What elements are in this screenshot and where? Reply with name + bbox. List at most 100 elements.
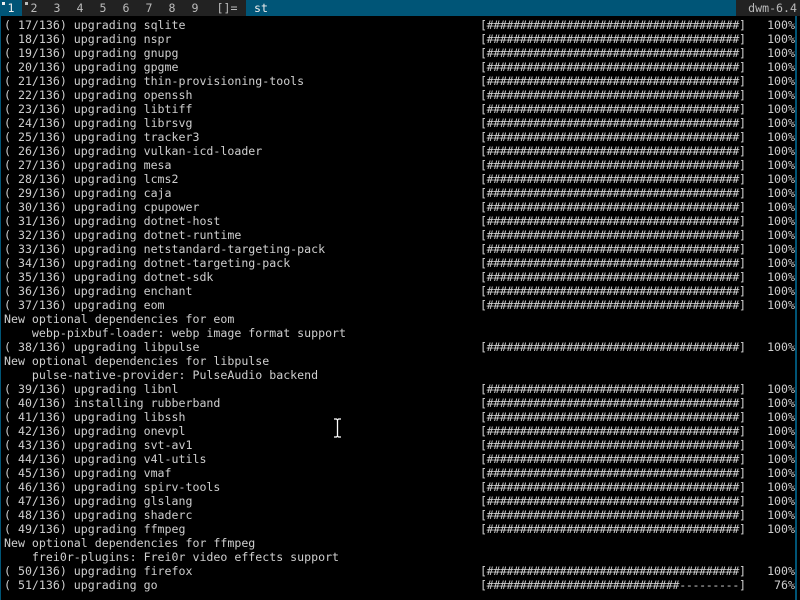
tag-occupied-indicator [2, 2, 5, 5]
tag-7[interactable]: 7 [138, 0, 160, 16]
progress-percent: 100% [767, 424, 795, 438]
tag-2[interactable]: 2 [23, 0, 45, 16]
terminal-line: ( 50/136) upgrading firefox [4, 564, 193, 578]
progress-bar: [######################################] [480, 480, 746, 494]
tag-9[interactable]: 9 [184, 0, 206, 16]
progress-percent: 100% [767, 88, 795, 102]
tag-5[interactable]: 5 [92, 0, 114, 16]
progress-bar: [######################################] [480, 186, 746, 200]
progress-percent: 100% [767, 158, 795, 172]
progress-percent: 100% [767, 144, 795, 158]
progress-bar: [######################################] [480, 116, 746, 130]
progress-percent: 100% [767, 452, 795, 466]
terminal-line: ( 17/136) upgrading sqlite [4, 18, 186, 32]
window-title[interactable]: st [246, 0, 736, 16]
progress-bar: [######################################] [480, 200, 746, 214]
tag-label: 9 [191, 1, 199, 15]
progress-percent: 100% [767, 60, 795, 74]
progress-bar: [######################################] [480, 32, 746, 46]
terminal-line: ( 30/136) upgrading cpupower [4, 200, 200, 214]
progress-percent: 100% [767, 522, 795, 536]
ibeam-cursor-icon [334, 418, 341, 438]
terminal-line: ( 34/136) upgrading dotnet-targeting-pac… [4, 256, 291, 270]
progress-percent: 100% [767, 508, 795, 522]
progress-bar: [######################################] [480, 438, 746, 452]
tag-occupied-indicator [25, 2, 28, 5]
tag-3[interactable]: 3 [46, 0, 68, 16]
progress-percent: 100% [767, 284, 795, 298]
terminal-line: ( 33/136) upgrading netstandard-targetin… [4, 242, 326, 256]
terminal-line: ( 31/136) upgrading dotnet-host [4, 214, 221, 228]
progress-percent: 100% [767, 18, 795, 32]
terminal-line: ( 42/136) upgrading onevpl [4, 424, 186, 438]
terminal-line: frei0r-plugins: Frei0r video effects sup… [4, 550, 340, 564]
terminal-line: ( 27/136) upgrading mesa [4, 158, 172, 172]
terminal-line: ( 18/136) upgrading nspr [4, 32, 172, 46]
progress-bar: [######################################] [480, 452, 746, 466]
tag-label: 8 [168, 1, 176, 15]
progress-percent: 100% [767, 116, 795, 130]
progress-bar: [######################################] [480, 494, 746, 508]
progress-bar: [######################################] [480, 74, 746, 88]
terminal-line: ( 32/136) upgrading dotnet-runtime [4, 228, 242, 242]
terminal-window[interactable]: ( 17/136) upgrading sqlite [#############… [0, 16, 797, 600]
progress-percent: 100% [767, 438, 795, 452]
tag-4[interactable]: 4 [69, 0, 91, 16]
terminal-line: pulse-native-provider: PulseAudio backen… [4, 368, 319, 382]
terminal-line: ( 24/136) upgrading librsvg [4, 116, 193, 130]
tag-1[interactable]: 1 [0, 0, 22, 16]
progress-bar: [######################################] [480, 340, 746, 354]
progress-percent: 100% [767, 46, 795, 60]
terminal-line: ( 22/136) upgrading openssh [4, 88, 193, 102]
layout-indicator[interactable]: []= [211, 0, 243, 16]
progress-percent: 100% [767, 494, 795, 508]
tag-6[interactable]: 6 [115, 0, 137, 16]
progress-bar: [######################################] [480, 270, 746, 284]
progress-bar: [######################################] [480, 410, 746, 424]
progress-bar: [######################################] [480, 284, 746, 298]
terminal-line: ( 43/136) upgrading svt-av1 [4, 438, 193, 452]
progress-bar: [######################################] [480, 144, 746, 158]
terminal-line: ( 39/136) upgrading libnl [4, 382, 179, 396]
progress-percent: 100% [767, 480, 795, 494]
progress-percent: 100% [767, 74, 795, 88]
progress-bar: [######################################] [480, 522, 746, 536]
terminal-line: ( 29/136) upgrading caja [4, 186, 172, 200]
tag-label: 5 [99, 1, 107, 15]
progress-percent: 100% [767, 270, 795, 284]
progress-percent: 100% [767, 242, 795, 256]
progress-bar: [#############################---------] [480, 578, 746, 592]
terminal-line: ( 20/136) upgrading gpgme [4, 60, 179, 74]
progress-percent: 100% [767, 200, 795, 214]
progress-bar: [######################################] [480, 242, 746, 256]
terminal-line: ( 36/136) upgrading enchant [4, 284, 193, 298]
progress-bar: [######################################] [480, 396, 746, 410]
terminal-line: ( 23/136) upgrading libtiff [4, 102, 193, 116]
progress-percent: 100% [767, 130, 795, 144]
tag-label: 3 [53, 1, 61, 15]
tag-label: 7 [145, 1, 153, 15]
terminal-line: New optional dependencies for eom [4, 312, 235, 326]
progress-percent: 76% [774, 578, 795, 592]
tag-label: 2 [30, 1, 38, 15]
progress-bar: [######################################] [480, 256, 746, 270]
terminal-line: ( 28/136) upgrading lcms2 [4, 172, 179, 186]
terminal-line: ( 48/136) upgrading shaderc [4, 508, 193, 522]
tag-8[interactable]: 8 [161, 0, 183, 16]
status-text: dwm-6.4 [748, 1, 797, 15]
progress-percent: 100% [767, 298, 795, 312]
terminal-line: ( 41/136) upgrading libssh [4, 410, 186, 424]
progress-percent: 100% [767, 564, 795, 578]
terminal-line: ( 46/136) upgrading spirv-tools [4, 480, 221, 494]
terminal-line: ( 25/136) upgrading tracker3 [4, 130, 200, 144]
progress-bar: [######################################] [480, 60, 746, 74]
progress-bar: [######################################] [480, 424, 746, 438]
progress-percent: 100% [767, 32, 795, 46]
terminal-line: ( 38/136) upgrading libpulse [4, 340, 200, 354]
progress-bar: [######################################] [480, 508, 746, 522]
dwm-bar: 1 2 3 4 5 6 7 8 9 []= st dwm-6.4 [0, 0, 800, 16]
progress-percent: 100% [767, 410, 795, 424]
terminal-line: ( 49/136) upgrading ffmpeg [4, 522, 186, 536]
progress-percent: 100% [767, 466, 795, 480]
tag-label: 1 [7, 1, 15, 15]
